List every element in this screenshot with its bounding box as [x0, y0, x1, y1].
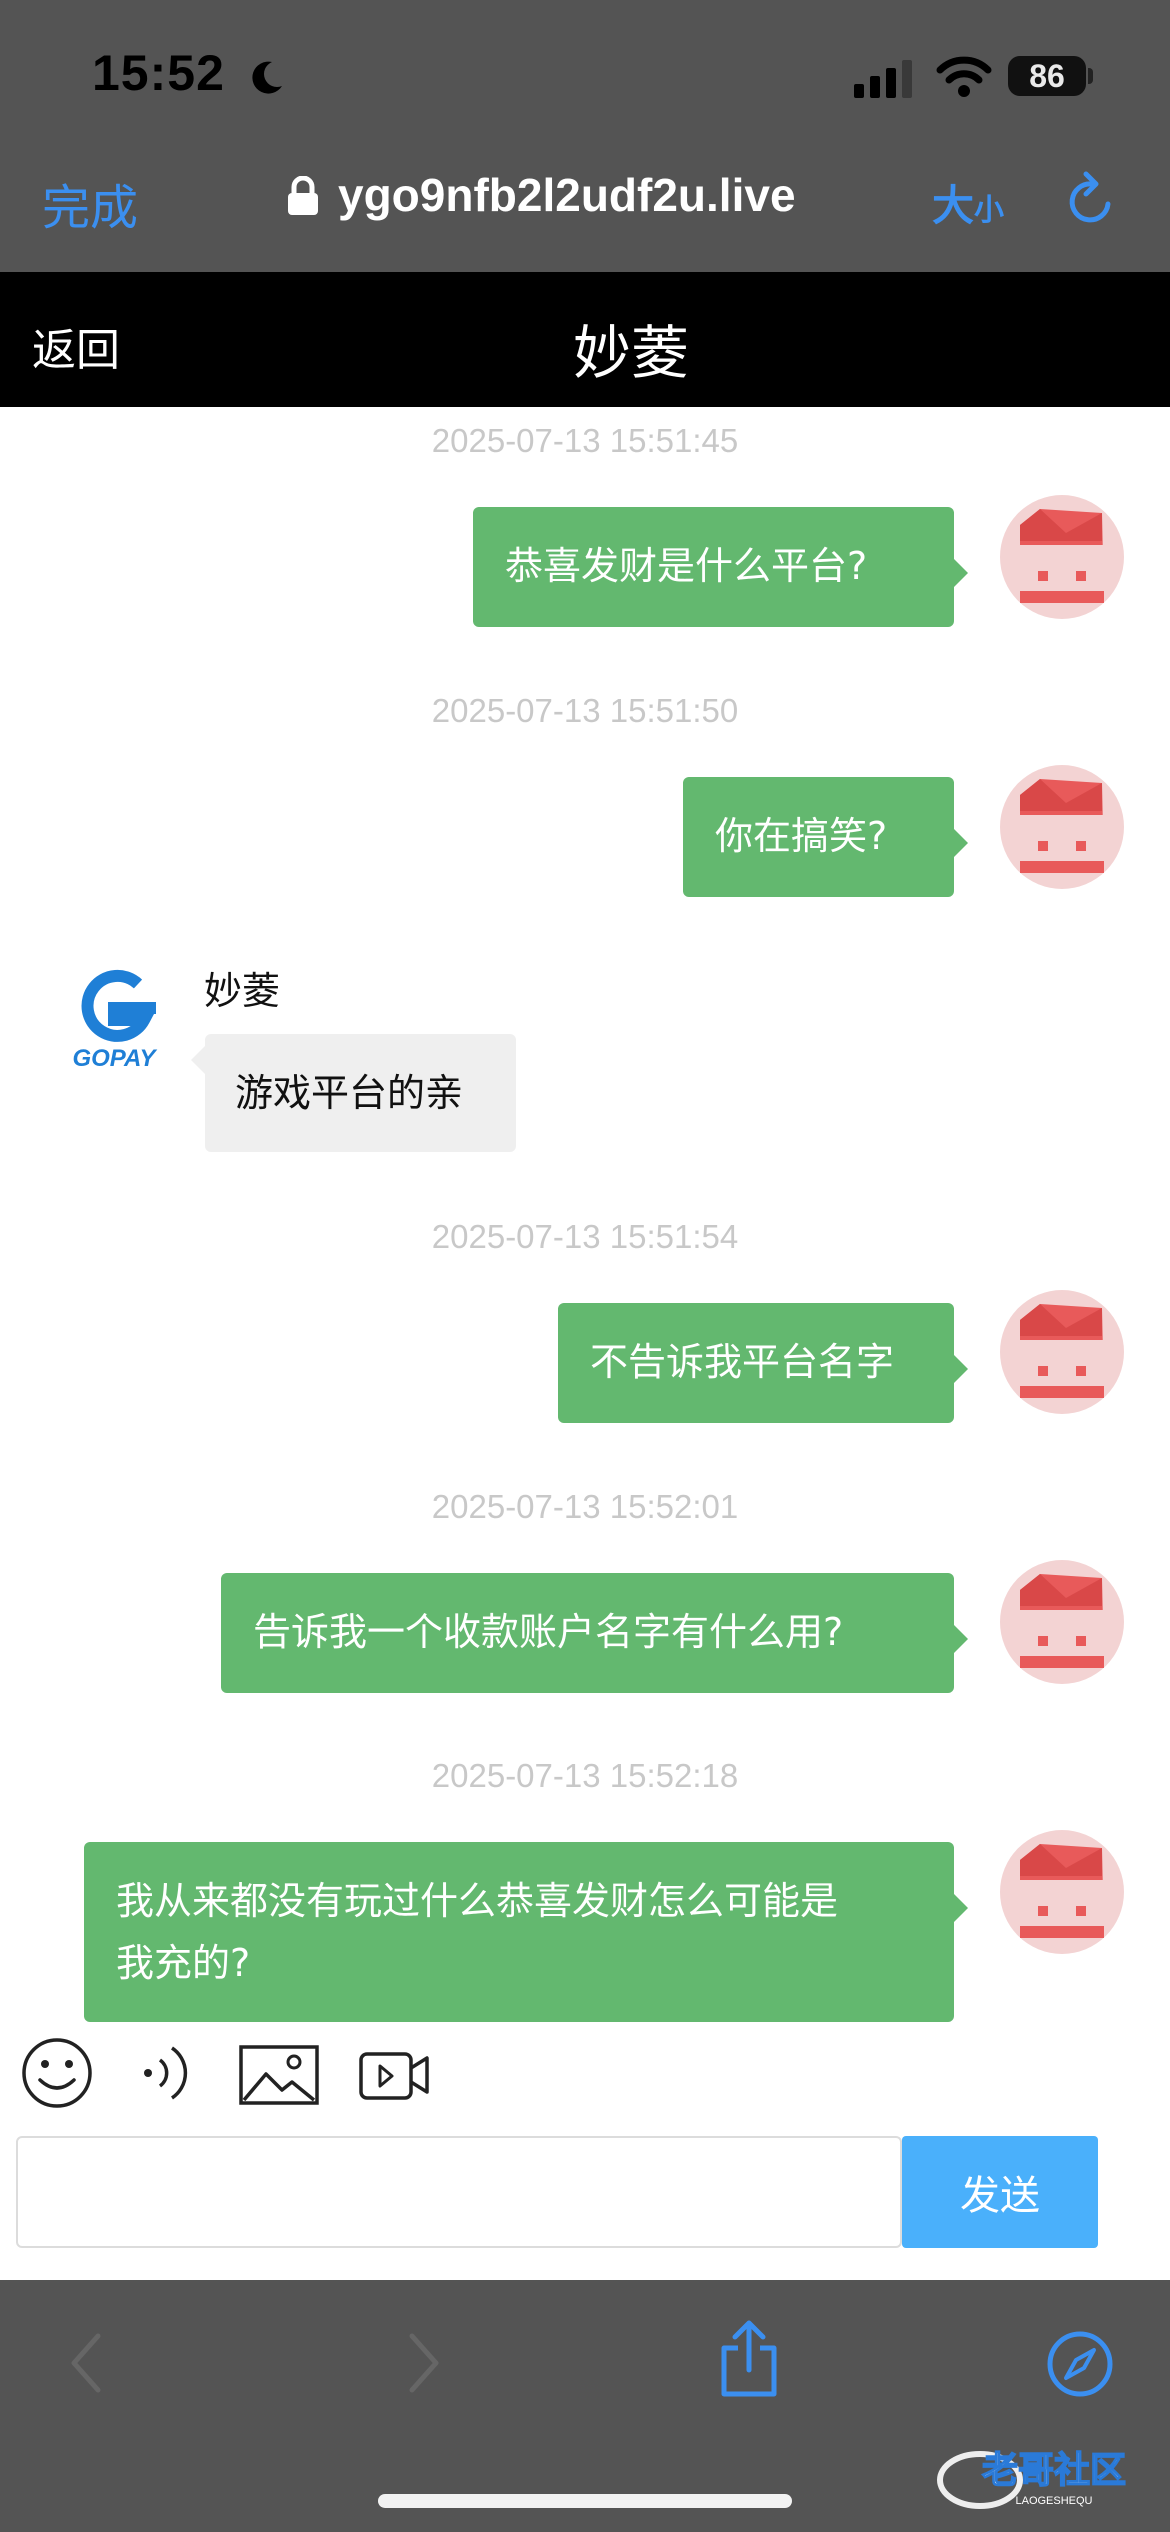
video-icon[interactable] [358, 2048, 430, 2102]
outgoing-message: 我从来都没有玩过什么恭喜发财怎么可能是 我充的? [84, 1842, 968, 2022]
user-avatar [1000, 1560, 1124, 1684]
svg-text:GOPAY: GOPAY [72, 1045, 157, 1072]
svg-text:LAOGESHEQU: LAOGESHEQU [1015, 2495, 1092, 2507]
message-timestamp: 2025-07-13 15:51:54 [431, 1218, 739, 1255]
image-icon[interactable] [238, 2044, 320, 2106]
home-indicator [378, 2494, 792, 2508]
outgoing-message: 告诉我一个收款账户名字有什么用? [221, 1573, 968, 1693]
message-input[interactable] [16, 2136, 902, 2248]
wifi-icon [936, 56, 992, 97]
signal-icon [854, 60, 912, 98]
url-field[interactable]: ygo9nfb2l2udf2u.live [338, 168, 796, 222]
svg-text:老哥社区: 老哥社区 [982, 2450, 1126, 2491]
reload-icon[interactable] [1064, 170, 1120, 230]
outgoing-message: 你在搞笑? [683, 777, 968, 897]
voice-icon[interactable] [140, 2040, 190, 2106]
message-line: 我从来都没有玩过什么恭喜发财怎么可能是 [116, 1879, 839, 1923]
incoming-message: 游戏平台的亲 [191, 1034, 516, 1152]
message-timestamp: 2025-07-13 15:52:18 [431, 1757, 739, 1794]
user-avatar [1000, 765, 1124, 889]
back-arrow-icon[interactable] [66, 2330, 106, 2396]
watermark-logo: 老哥社区 LAOGESHEQU [937, 2449, 1127, 2509]
done-button[interactable]: 完成 [42, 168, 138, 238]
battery-tip [1088, 68, 1093, 84]
message-timestamp: 2025-07-13 15:52:01 [431, 1488, 739, 1525]
emoji-icon[interactable] [20, 2036, 94, 2110]
compass-icon[interactable] [1046, 2330, 1114, 2398]
message-timestamp: 2025-07-13 15:51:50 [431, 692, 739, 729]
text-size-button[interactable]: 大小 [932, 172, 1004, 233]
status-time: 15:52 [92, 45, 225, 101]
user-avatar [1000, 1830, 1124, 1954]
outgoing-message: 不告诉我平台名字 [558, 1303, 968, 1423]
send-button[interactable]: 发送 [902, 2136, 1098, 2248]
text-size-big-label: 大 [932, 181, 975, 230]
lock-icon [288, 176, 318, 215]
outgoing-message: 恭喜发财是什么平台? [473, 507, 968, 627]
user-avatar [1000, 1290, 1124, 1414]
message-line: 我充的? [116, 1941, 251, 1985]
forward-arrow-icon[interactable] [404, 2330, 444, 2396]
text-size-small-label: 小 [974, 193, 1005, 228]
moon-icon [252, 61, 282, 94]
agent-name: 妙菱 [204, 969, 281, 1013]
share-icon[interactable] [716, 2318, 782, 2400]
gopay-logo: GOPAY [72, 969, 158, 1072]
chat-title: 妙菱 [572, 319, 689, 387]
user-avatar [1000, 495, 1124, 619]
battery-icon: 86 [1008, 56, 1086, 96]
agent-avatar: GOPAY [64, 962, 164, 1072]
message-timestamp: 2025-07-13 15:51:45 [431, 422, 739, 459]
